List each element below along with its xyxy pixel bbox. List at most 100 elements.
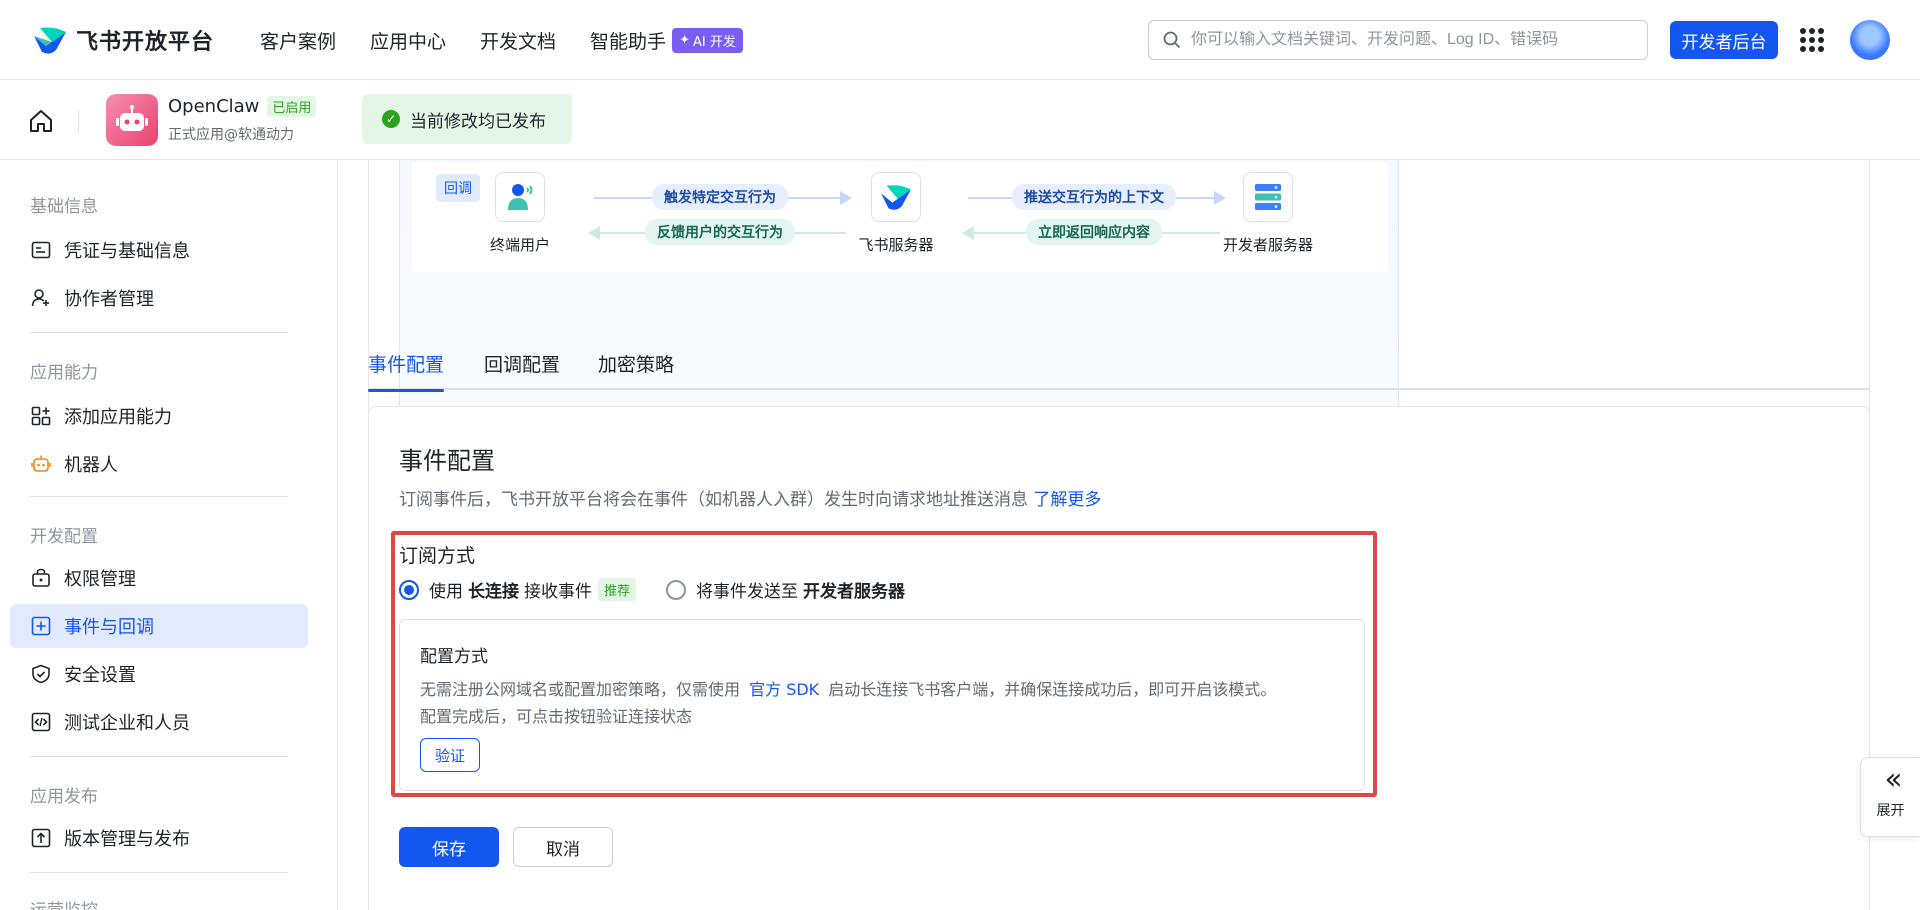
section-description: 订阅事件后，飞书开放平台将会在事件（如机器人入群）发生时向请求地址推送消息 了解… (399, 485, 1101, 510)
tab-callback-config[interactable]: 回调配置 (484, 350, 560, 388)
save-button[interactable]: 保存 (399, 827, 499, 867)
sidebar-item-robot[interactable]: 机器人 (10, 442, 308, 486)
user-avatar[interactable] (1850, 20, 1890, 60)
config-text-part: 配置完成后，可点击按钮验证连接状态 (420, 707, 693, 726)
search-box[interactable] (1148, 20, 1648, 60)
apps-grid-icon[interactable] (1800, 28, 1824, 52)
status-badge: 已启用 (267, 96, 317, 117)
radio-long-connection[interactable] (399, 579, 419, 600)
arrow-left-icon (588, 226, 600, 240)
flow-label: 推送交互行为的上下文 (1012, 184, 1176, 210)
sidebar-item-security[interactable]: 安全设置 (10, 652, 308, 696)
node-label: 终端用户 (489, 236, 550, 254)
robot-icon (30, 453, 52, 475)
official-sdk-link[interactable]: 官方 SDK (749, 680, 819, 699)
sidebar-item-label: 版本管理与发布 (64, 829, 190, 850)
flow-label: 触发特定交互行为 (652, 184, 788, 210)
credential-icon (30, 239, 52, 261)
expand-panel-button[interactable]: ‹‹ 展开 (1860, 757, 1920, 837)
sidebar: 基础信息 凭证与基础信息 协作者管理 应用能力 添加应用能力 机器人 开发配置 … (0, 160, 338, 910)
nav-links: 客户案例 应用中心 开发文档 智能助手 ✦ AI 开发 (260, 0, 777, 80)
app-name: OpenClaw 已启用 (168, 96, 317, 117)
arrow-right-icon (1214, 191, 1226, 205)
sidebar-item-label: 凭证与基础信息 (64, 241, 190, 262)
sidebar-item-label: 权限管理 (64, 569, 136, 590)
arrow-right-icon (840, 191, 852, 205)
search-icon (1163, 31, 1181, 49)
config-method-box: 配置方式 无需注册公网域名或配置加密策略，仅需使用 官方 SDK 启动长连接飞书… (399, 619, 1365, 791)
flow-arrow-trigger: 触发特定交互行为 (594, 184, 852, 210)
sidebar-item-label: 机器人 (64, 455, 118, 476)
arrow-left-icon (962, 226, 974, 240)
check-circle-icon: ✓ (382, 110, 400, 128)
sidebar-item-test-enterprise[interactable]: 测试企业和人员 (10, 700, 308, 744)
verify-button[interactable]: 验证 (420, 738, 480, 772)
sidebar-item-label: 协作者管理 (64, 289, 154, 310)
ai-badge: ✦ AI 开发 (672, 27, 743, 53)
app-robot-icon (106, 94, 158, 146)
sidebar-group-release: 应用发布 (30, 787, 98, 807)
sidebar-divider (30, 332, 288, 333)
nav-app-center[interactable]: 应用中心 (370, 27, 446, 54)
config-method-text: 无需注册公网域名或配置加密策略，仅需使用 官方 SDK 启动长连接飞书客户端，并… (420, 676, 1350, 730)
subscribe-mode-options: 使用 长连接 接收事件 推荐 将事件发送至 开发者服务器 (399, 577, 905, 602)
radio-developer-server[interactable] (666, 579, 687, 600)
search-input[interactable] (1191, 31, 1611, 49)
sidebar-item-label: 添加应用能力 (64, 407, 172, 428)
publish-status-text: 当前修改均已发布 (410, 111, 546, 132)
lock-icon (30, 567, 52, 589)
option-prefix: 使用 (429, 582, 463, 602)
app-name-text: OpenClaw (168, 96, 260, 117)
sidebar-item-collaborators[interactable]: 协作者管理 (10, 276, 308, 320)
nav-assistant-label: 智能助手 (590, 30, 667, 53)
publish-status: ✓ 当前修改均已发布 (362, 94, 572, 144)
node-label: 飞书服务器 (858, 236, 934, 254)
sidebar-item-events[interactable]: 事件与回调 (10, 604, 308, 648)
feishu-server-icon (871, 172, 921, 222)
sidebar-item-permissions[interactable]: 权限管理 (10, 556, 308, 600)
option-suffix: 接收事件 (524, 582, 592, 602)
node-end-user: 终端用户 (460, 172, 580, 255)
flow-arrow-push: 推送交互行为的上下文 (968, 184, 1226, 210)
apps-add-icon (30, 405, 52, 427)
upload-icon (30, 827, 52, 849)
tab-event-config[interactable]: 事件配置 (368, 350, 445, 392)
main-content: 回调 终端用户 飞书服务器 开发者服务器 触发特定交互行为 反馈用户的交互行为 … (338, 160, 1920, 910)
brand-name: 飞书开放平台 (76, 30, 215, 55)
config-method-title: 配置方式 (420, 647, 488, 667)
node-label: 开发者服务器 (1222, 236, 1313, 254)
sidebar-divider (30, 756, 288, 757)
config-text-part: 启动长连接飞书客户端，并确保连接成功后，即可开启该模式。 (828, 680, 1277, 699)
brand-logo[interactable]: 飞书开放平台 (32, 24, 214, 56)
sidebar-item-add-capability[interactable]: 添加应用能力 (10, 394, 308, 438)
description-text: 订阅事件后，飞书开放平台将会在事件（如机器人入群）发生时向请求地址推送消息 (399, 490, 1028, 510)
sidebar-item-label: 事件与回调 (64, 617, 154, 638)
sidebar-item-credentials[interactable]: 凭证与基础信息 (10, 228, 308, 272)
nav-assistant[interactable]: 智能助手 ✦ AI 开发 (590, 27, 743, 54)
event-icon (30, 615, 52, 637)
sidebar-item-version-release[interactable]: 版本管理与发布 (10, 816, 308, 860)
nav-docs[interactable]: 开发文档 (480, 27, 556, 54)
code-icon (30, 711, 52, 733)
section-title: 事件配置 (399, 447, 495, 475)
home-icon[interactable] (28, 108, 54, 134)
developer-console-button[interactable]: 开发者后台 (1670, 21, 1778, 59)
learn-more-link[interactable]: 了解更多 (1033, 490, 1101, 510)
node-developer-server: 开发者服务器 (1208, 172, 1328, 255)
sidebar-group-ops: 运营监控 (30, 896, 98, 910)
tab-encryption[interactable]: 加密策略 (598, 350, 674, 388)
sidebar-item-label: 安全设置 (64, 665, 136, 686)
ai-badge-label: AI 开发 (692, 34, 736, 50)
end-user-icon (495, 172, 545, 222)
option-bold: 开发者服务器 (803, 582, 906, 602)
flow-diagram: 回调 终端用户 飞书服务器 开发者服务器 触发特定交互行为 反馈用户的交互行为 … (399, 160, 1399, 443)
sidebar-group-dev-config: 开发配置 (30, 527, 98, 547)
flow-label: 立即返回响应内容 (1026, 219, 1162, 245)
double-chevron-left-icon: ‹‹ (1884, 762, 1903, 797)
callback-flow-row: 回调 终端用户 飞书服务器 开发者服务器 触发特定交互行为 反馈用户的交互行为 … (412, 162, 1388, 272)
shield-icon (30, 663, 52, 685)
cancel-button[interactable]: 取消 (513, 827, 613, 867)
nav-cases[interactable]: 客户案例 (260, 27, 336, 54)
feishu-logo-icon (32, 24, 68, 56)
config-text-part: 无需注册公网域名或配置加密策略，仅需使用 (420, 680, 741, 699)
